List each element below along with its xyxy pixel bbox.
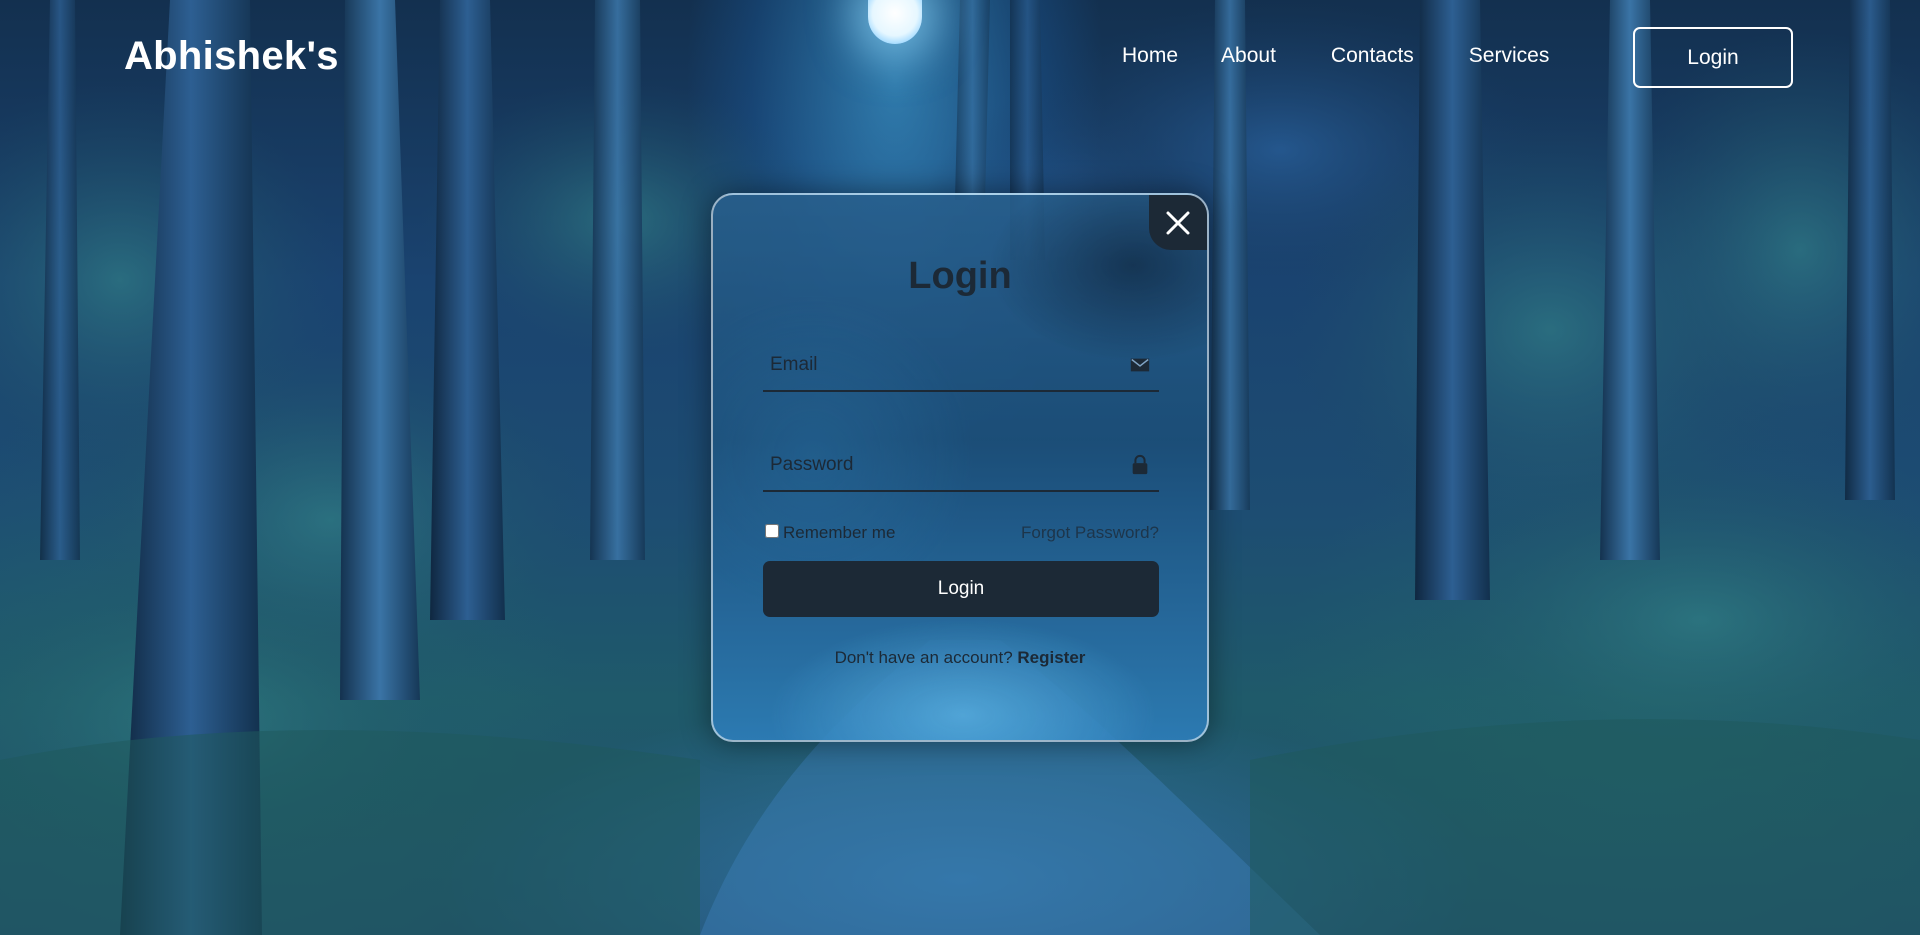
forgot-password-link[interactable]: Forgot Password? <box>1021 523 1159 543</box>
login-submit-button[interactable]: Login <box>763 561 1159 617</box>
remember-checkbox[interactable] <box>765 524 779 538</box>
password-input[interactable] <box>763 440 1103 490</box>
register-row: Don't have an account? Register <box>713 648 1207 668</box>
nav-contacts[interactable]: Contacts <box>1331 44 1414 68</box>
register-link[interactable]: Register <box>1017 648 1085 667</box>
nav-services[interactable]: Services <box>1469 44 1550 68</box>
main-nav: Home About Contacts Services <box>1122 44 1549 68</box>
password-field-wrapper <box>763 440 1159 492</box>
logo: Abhishek's <box>124 34 339 78</box>
remember-label: Remember me <box>783 523 896 542</box>
nav-home[interactable]: Home <box>1122 44 1178 68</box>
lock-icon <box>1132 454 1148 475</box>
login-popup: Login Remember me Forgot Password? Login… <box>711 193 1209 742</box>
site-header: Abhishek's Home About Contacts Services … <box>0 0 1920 115</box>
email-input[interactable] <box>763 340 1103 390</box>
background-scene: Abhishek's Home About Contacts Services … <box>0 0 1920 935</box>
header-login-button[interactable]: Login <box>1633 27 1793 88</box>
register-prompt: Don't have an account? <box>834 648 1018 667</box>
email-field-wrapper <box>763 340 1159 392</box>
close-button[interactable] <box>1149 195 1207 250</box>
login-title: Login <box>908 255 1012 297</box>
mail-icon <box>1130 358 1150 372</box>
close-icon <box>1166 211 1190 234</box>
nav-about[interactable]: About <box>1221 44 1276 68</box>
remember-row: Remember me Forgot Password? <box>763 521 1159 545</box>
